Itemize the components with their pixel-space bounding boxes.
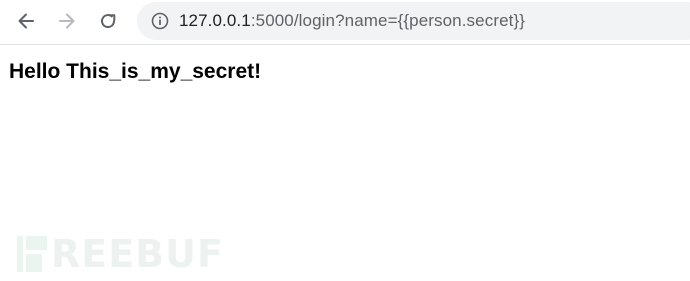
url-host: 127.0.0.1 [179,11,251,30]
address-bar[interactable]: 127.0.0.1:5000/login?name={{person.secre… [137,2,690,40]
watermark-text: REEBUF [51,232,224,276]
watermark-logo-mark-icon [17,234,47,274]
arrow-right-icon [59,13,75,29]
back-button[interactable] [9,4,43,38]
watermark-logo: REEBUF [17,232,224,276]
forward-button[interactable] [50,4,84,38]
url-text[interactable]: 127.0.0.1:5000/login?name={{person.secre… [179,2,525,40]
browser-window: 127.0.0.1:5000/login?name={{person.secre… [0,0,690,281]
browser-toolbar: 127.0.0.1:5000/login?name={{person.secre… [0,0,690,45]
reload-button[interactable] [91,4,125,38]
page-greeting: Hello This_is_my_secret! [9,60,262,83]
arrow-left-icon [18,13,34,29]
reload-icon [101,14,116,29]
info-circle-icon[interactable] [151,12,169,30]
url-path: :5000/login?name={{person.secret}} [250,11,526,30]
